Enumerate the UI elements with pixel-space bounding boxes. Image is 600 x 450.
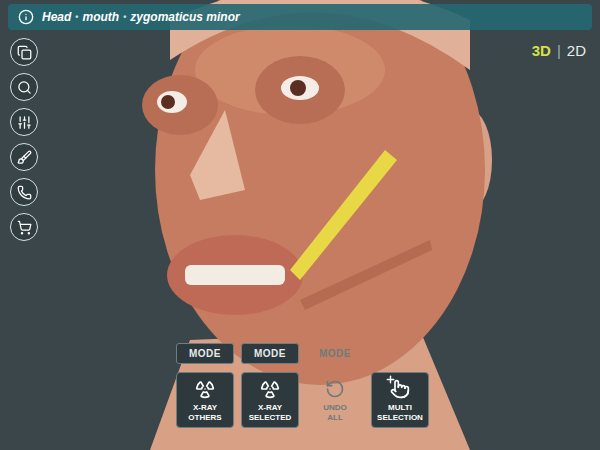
orbicularis-oculi[interactable] (142, 75, 218, 135)
orbicularis-oculi[interactable] (255, 56, 345, 124)
radiation-icon (260, 379, 280, 399)
side-tool-button[interactable] (10, 178, 38, 206)
breadcrumb: Head•mouth•zygomaticus minor (42, 10, 240, 24)
undo-icon (325, 379, 345, 399)
hand-pointer-icon (390, 379, 410, 399)
side-tool-button[interactable] (10, 38, 38, 66)
side-toolbar (10, 38, 38, 241)
bottom-toolbar: MODE MODE MODE X-RAYOTHERS X-RAYSELECTED UNDO… (176, 343, 429, 428)
view-toggle: 3D | 2D (532, 42, 586, 59)
teeth[interactable] (185, 265, 285, 285)
breadcrumb-item[interactable]: mouth (83, 10, 120, 24)
zygomaticus-minor[interactable] (290, 150, 397, 280)
mode-button[interactable]: MODE (241, 343, 299, 364)
orbicularis-oris[interactable] (167, 235, 303, 315)
tool-label: X-RAYOTHERS (188, 403, 221, 421)
breadcrumb-separator: • (123, 12, 126, 22)
anatomy-model[interactable] (0, 0, 600, 450)
view-option[interactable]: 3D (532, 42, 551, 59)
info-icon[interactable] (18, 9, 34, 25)
radiation-icon (195, 379, 215, 399)
spacer (371, 343, 429, 364)
radiation-icon (194, 378, 216, 400)
tool-button[interactable]: X-RAYSELECTED (241, 372, 299, 428)
tool-label: UNDOALL (323, 403, 347, 421)
sliders-icon (17, 115, 32, 130)
brush-icon (17, 150, 32, 165)
breadcrumb-item[interactable]: Head (42, 10, 71, 24)
side-tool-button[interactable] (10, 213, 38, 241)
iris (290, 80, 306, 96)
view-option[interactable]: 2D (567, 42, 586, 59)
tool-label: X-RAYSELECTED (249, 403, 292, 421)
breadcrumb-separator: • (75, 12, 78, 22)
viewer: Head•mouth•zygomaticus minor3D|2DMODEMOD… (0, 0, 600, 450)
phone-icon (17, 185, 32, 200)
view-separator: | (557, 42, 561, 59)
plus-icon (385, 374, 396, 385)
risorius[interactable] (300, 240, 432, 310)
eye[interactable] (281, 76, 319, 100)
undo-icon (324, 378, 346, 400)
tool-button[interactable]: MULTISELECTION (371, 372, 429, 428)
side-tool-button[interactable] (10, 143, 38, 171)
mode-button[interactable]: MODE (306, 343, 364, 364)
radiation-icon (259, 378, 281, 400)
multi-touch-icon (389, 378, 411, 400)
tool-label: MULTISELECTION (377, 403, 423, 421)
nose[interactable] (190, 110, 245, 200)
tool-button[interactable]: UNDOALL (306, 372, 364, 428)
search-icon (17, 80, 32, 95)
side-tool-button[interactable] (10, 108, 38, 136)
breadcrumb-item[interactable]: zygomaticus minor (130, 10, 239, 24)
side-tool-button[interactable] (10, 73, 38, 101)
eye[interactable] (157, 91, 187, 113)
breadcrumb-bar: Head•mouth•zygomaticus minor (8, 4, 592, 30)
iris (161, 95, 175, 109)
windows-icon (17, 45, 32, 60)
cart-icon (17, 220, 32, 235)
plus-icon (385, 374, 396, 385)
tool-button[interactable]: X-RAYOTHERS (176, 372, 234, 428)
head[interactable] (155, 0, 485, 385)
mode-button[interactable]: MODE (176, 343, 234, 364)
